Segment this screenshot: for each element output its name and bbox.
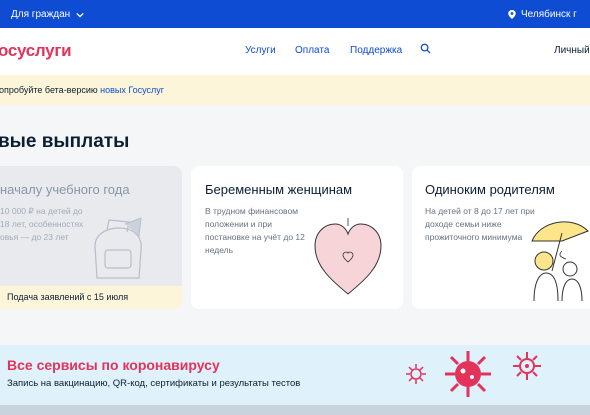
city-selector[interactable]: Челябинск г bbox=[508, 9, 577, 20]
virus-icon bbox=[406, 364, 426, 384]
parent-child-umbrella-icon bbox=[531, 221, 589, 301]
chevron-down-icon bbox=[76, 12, 84, 18]
backpack-icon bbox=[94, 217, 142, 279]
beta-banner-text: опробуйте бета-версию новых Госуслуг bbox=[0, 85, 164, 95]
heart-icon bbox=[314, 218, 382, 295]
top-bar: Для граждан Челябинск г bbox=[0, 0, 590, 28]
card-title: Одиноким родителям bbox=[425, 182, 555, 197]
virus-icon bbox=[445, 351, 491, 397]
beta-banner-prefix: опробуйте бета-версию bbox=[0, 85, 101, 95]
beta-banner-link[interactable]: новых Госуслуг bbox=[100, 85, 164, 95]
card-single-parents[interactable]: Одиноким родителям На детей от 8 до 17 л… bbox=[412, 166, 590, 309]
covid-services-banner[interactable]: Все сервисы по коронавирусу Запись на ва… bbox=[0, 345, 590, 405]
city-label: Челябинск г bbox=[521, 9, 577, 20]
nav-payment-link[interactable]: Оплата bbox=[295, 45, 329, 56]
audience-selector[interactable]: Для граждан bbox=[11, 9, 84, 20]
nav-account-link[interactable]: Личный bbox=[554, 45, 590, 56]
card-description: На детей от 8 до 17 лет при доходе семьи… bbox=[425, 206, 535, 242]
nav-services-link[interactable]: Услуги bbox=[245, 45, 276, 56]
card-description: В трудном финансовом положении и при пос… bbox=[205, 206, 305, 255]
gosuslugi-logo[interactable]: осуслуги bbox=[0, 41, 72, 61]
location-pin-icon bbox=[508, 10, 516, 19]
card-title: Беременным женщинам bbox=[205, 182, 353, 197]
virus-icon bbox=[513, 352, 541, 380]
nav-support-link[interactable]: Поддержка bbox=[350, 45, 402, 56]
covid-banner-title: Все сервисы по коронавирусу bbox=[7, 357, 220, 373]
beta-banner: опробуйте бета-версию новых Госуслуг bbox=[0, 75, 590, 105]
card-deadline-badge: Подача заявлений с 15 июля bbox=[0, 286, 182, 309]
bottom-strip bbox=[0, 405, 590, 415]
card-description: 10 000 ₽ на детей до 18 лет, особенностя… bbox=[0, 206, 84, 242]
covid-banner-subtitle: Запись на вакцинацию, QR-код, сертификат… bbox=[7, 378, 301, 389]
site-header: осуслуги Услуги Оплата Поддержка Личный bbox=[0, 28, 590, 75]
section-title: вые выплаты bbox=[0, 131, 130, 152]
card-school-year[interactable]: началу учебного года 10 000 ₽ на детей д… bbox=[0, 166, 182, 309]
audience-label: Для граждан bbox=[11, 9, 71, 20]
card-title: началу учебного года bbox=[0, 182, 130, 197]
search-icon[interactable] bbox=[420, 43, 431, 57]
card-pregnant-women[interactable]: Беременным женщинам В трудном финансовом… bbox=[191, 166, 403, 309]
